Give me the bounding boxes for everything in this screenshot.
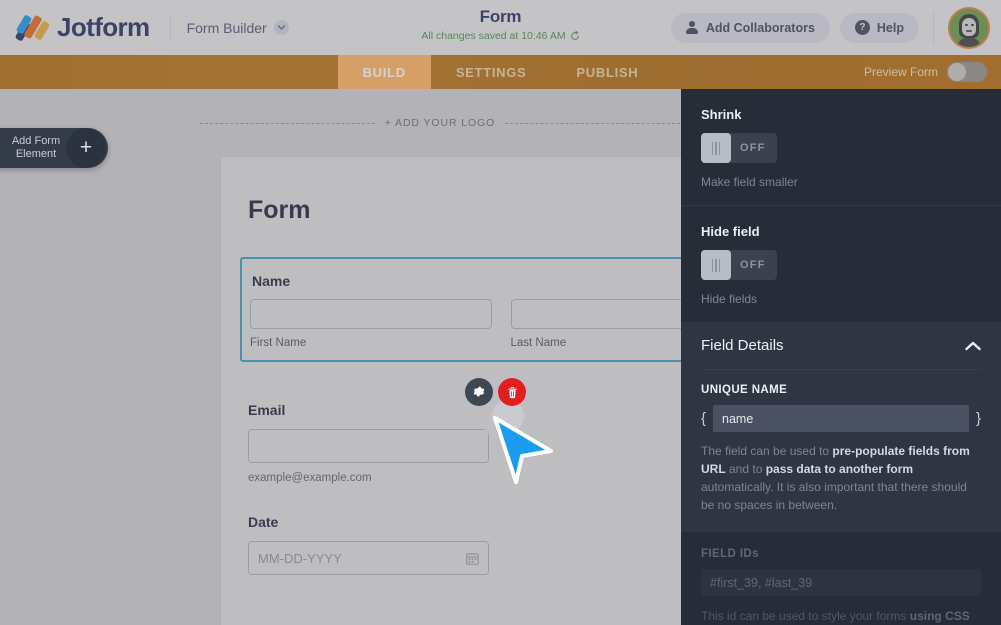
hide-field-toggle-row: OFF: [701, 250, 981, 280]
save-status-text: All changes saved at 10:46 AM: [421, 30, 565, 42]
trash-icon: [506, 386, 519, 399]
jotform-wordmark: Jotform: [57, 12, 150, 43]
jotform-logo[interactable]: Jotform: [0, 12, 150, 43]
jotform-logo-icon: [18, 14, 48, 42]
unique-name-desc-bold-2: pass data to another form: [766, 462, 913, 476]
tab-publish[interactable]: PUBLISH: [551, 55, 663, 89]
brace-open: {: [701, 410, 706, 427]
unique-name-desc-part-1: The field can be used to: [701, 444, 832, 458]
first-name-sublabel: First Name: [250, 337, 492, 349]
shrink-toggle-knob: [701, 133, 731, 163]
chevron-up-icon: [965, 341, 981, 351]
unique-name-label: UNIQUE NAME: [701, 384, 981, 396]
unique-name-desc-part-3: automatically. It is also important that…: [701, 480, 967, 512]
form-builder-app: Jotform Form Builder Form All changes sa…: [0, 0, 1001, 625]
refresh-icon: [570, 31, 580, 41]
mouse-cursor: [492, 415, 554, 485]
help-label: Help: [877, 21, 904, 35]
field-details-divider: [701, 369, 981, 370]
preview-form-toggle[interactable]: [947, 62, 987, 82]
header-divider-2: [933, 11, 934, 45]
add-logo-row: + ADD YOUR LOGO: [200, 117, 680, 129]
dashed-line-left: [200, 123, 375, 124]
last-name-group: Last Name: [511, 299, 682, 349]
hide-field-toggle-state: OFF: [731, 259, 777, 271]
avatar-image: [950, 9, 988, 47]
date-input[interactable]: MM-DD-YYYY: [248, 541, 489, 575]
form-card: Form Name First Name Last Name: [221, 157, 681, 625]
field-ids-value[interactable]: #first_39, #last_39: [701, 569, 981, 596]
product-menu[interactable]: Form Builder: [187, 20, 289, 36]
field-ids-description: This id can be used to style your forms …: [701, 607, 981, 625]
add-form-element-button[interactable]: Add Form Element +: [0, 128, 108, 168]
last-name-sublabel: Last Name: [511, 337, 682, 349]
field-action-buttons: [465, 378, 526, 406]
hide-field-section: Hide field OFF Hide fields: [681, 206, 1001, 306]
product-menu-label: Form Builder: [187, 20, 267, 36]
hide-field-toggle[interactable]: OFF: [701, 250, 777, 280]
gear-icon: [472, 385, 486, 399]
field-ids-label: FIELD IDs: [701, 548, 981, 560]
shrink-toggle-row: OFF: [701, 133, 981, 163]
date-field[interactable]: Date MM-DD-YYYY: [221, 514, 681, 575]
field-ids-section: FIELD IDs #first_39, #last_39 This id ca…: [681, 532, 1001, 625]
form-heading: Form: [221, 157, 681, 257]
shrink-section: Shrink OFF Make field smaller: [681, 89, 1001, 206]
add-form-element-line-1: Add Form: [6, 135, 66, 148]
last-name-input[interactable]: [511, 299, 682, 329]
add-form-element-label: Add Form Element: [6, 135, 66, 161]
chevron-down-icon: [274, 20, 289, 35]
field-details-body: UNIQUE NAME { } The field can be used to…: [681, 369, 1001, 532]
date-field-label: Date: [248, 514, 681, 530]
first-name-input[interactable]: [250, 299, 492, 329]
unique-name-description: The field can be used to pre-populate fi…: [701, 442, 981, 514]
field-properties-panel: Shrink OFF Make field smaller Hide field…: [681, 89, 1001, 625]
calendar-icon: [466, 552, 479, 565]
first-name-group: First Name: [250, 299, 492, 349]
header-actions: Add Collaborators ? Help: [671, 0, 1001, 55]
dashed-line-right: [505, 123, 680, 124]
tab-build[interactable]: BUILD: [338, 55, 431, 89]
main-nav: BUILD SETTINGS PUBLISH Preview Form: [0, 55, 1001, 89]
unique-name-input[interactable]: [713, 405, 969, 432]
field-properties-button[interactable]: [465, 378, 493, 406]
name-field[interactable]: Name First Name Last Name: [240, 257, 681, 362]
shrink-description: Make field smaller: [701, 175, 981, 189]
avatar[interactable]: [948, 7, 990, 49]
hide-field-title: Hide field: [701, 224, 981, 239]
date-input-placeholder: MM-DD-YYYY: [258, 551, 342, 566]
hide-field-toggle-knob: [701, 250, 731, 280]
header-divider: [170, 14, 171, 42]
help-button[interactable]: ? Help: [840, 13, 919, 43]
nav-tab-list: BUILD SETTINGS PUBLISH: [338, 55, 664, 89]
add-collaborators-label: Add Collaborators: [706, 21, 815, 35]
person-icon: [686, 21, 699, 34]
field-details-header[interactable]: Field Details: [681, 322, 1001, 369]
add-collaborators-button[interactable]: Add Collaborators: [671, 13, 830, 43]
name-field-label: Name: [250, 273, 681, 289]
email-input[interactable]: [248, 429, 489, 463]
unique-name-row: { }: [701, 405, 981, 432]
brace-close: }: [976, 410, 981, 427]
plus-icon: +: [66, 128, 106, 168]
field-details-title: Field Details: [701, 337, 784, 354]
preview-form-label: Preview Form: [864, 65, 938, 79]
shrink-title: Shrink: [701, 107, 981, 122]
email-field[interactable]: Email example@example.com: [221, 402, 681, 484]
email-hint: example@example.com: [248, 472, 681, 484]
unique-name-desc-part-2: and to: [726, 462, 766, 476]
app-header: Jotform Form Builder Form All changes sa…: [0, 0, 1001, 55]
field-delete-button[interactable]: [498, 378, 526, 406]
preview-form-control: Preview Form: [864, 55, 987, 89]
form-canvas: + ADD YOUR LOGO Form Name First Name Las…: [0, 89, 681, 625]
shrink-toggle[interactable]: OFF: [701, 133, 777, 163]
question-mark-icon: ?: [855, 20, 870, 35]
field-ids-desc-part-1: This id can be used to style your forms: [701, 609, 910, 623]
hide-field-description: Hide fields: [701, 292, 981, 306]
tab-settings[interactable]: SETTINGS: [431, 55, 552, 89]
add-form-element-line-2: Element: [6, 148, 66, 161]
shrink-toggle-state: OFF: [731, 142, 777, 154]
add-your-logo-button[interactable]: + ADD YOUR LOGO: [385, 117, 495, 129]
